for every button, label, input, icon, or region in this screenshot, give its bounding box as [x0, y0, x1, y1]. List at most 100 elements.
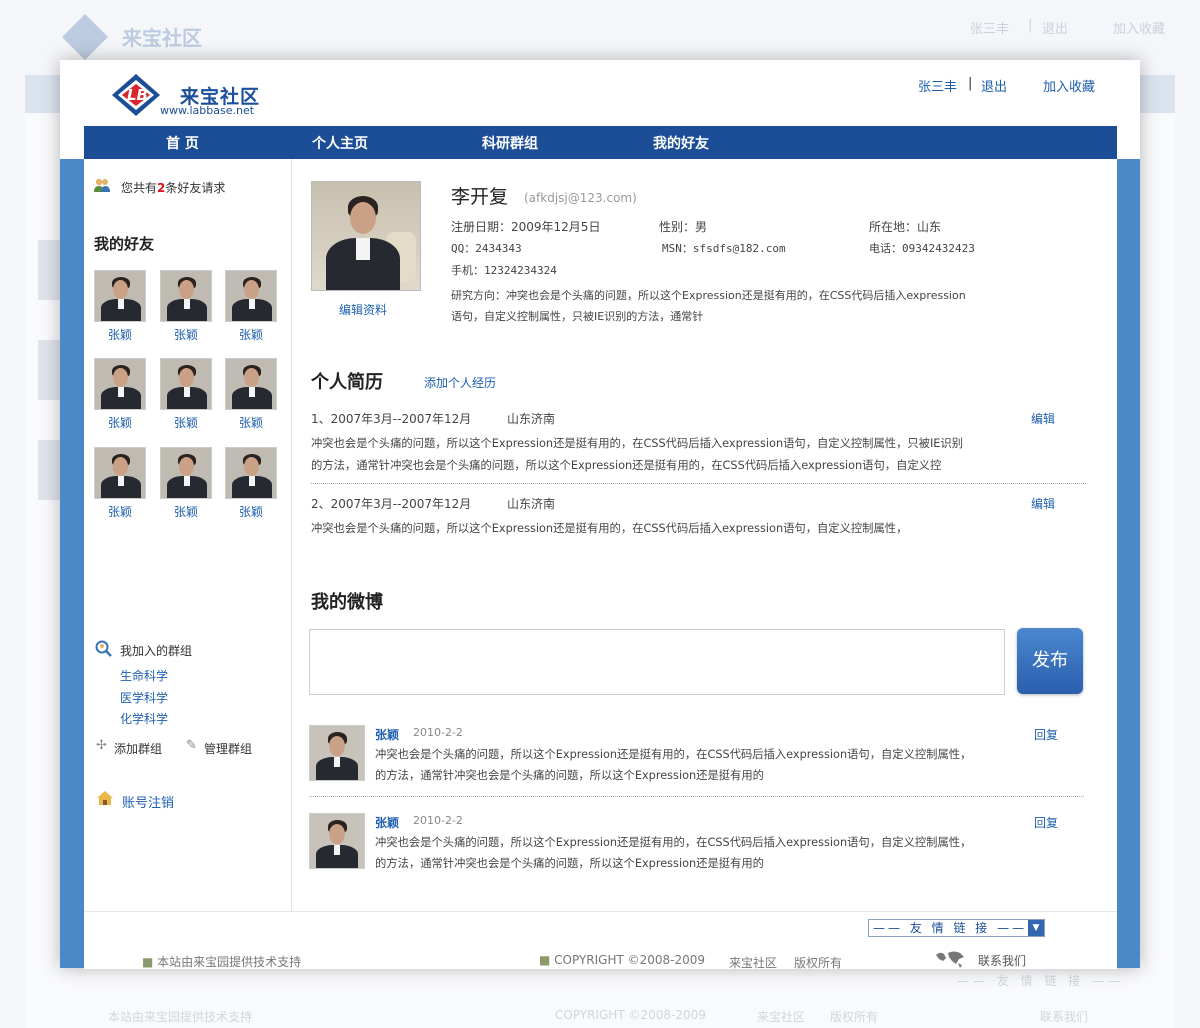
post-reply-button[interactable]: 回复 — [1034, 726, 1058, 743]
friend-name-link[interactable]: 张颖 — [160, 326, 212, 343]
logout-link[interactable]: 退出 — [981, 76, 1007, 95]
footer-rights-site: 来宝社区 — [729, 956, 778, 970]
friend-request-suffix: 条好友请求 — [165, 181, 226, 195]
friend-name-link[interactable]: 张颖 — [94, 414, 146, 431]
add-resume-link[interactable]: 添加个人经历 — [424, 374, 496, 391]
post-author-avatar[interactable] — [309, 813, 365, 869]
contact-us-link[interactable]: 联系我们 — [978, 952, 1026, 969]
friend-name-link[interactable]: 张颖 — [225, 326, 277, 343]
footer-copyright-text: COPYRIGHT ©2008-2009 — [554, 953, 706, 967]
friend-name-link[interactable]: 张颖 — [94, 503, 146, 520]
friend-name-link[interactable]: 张颖 — [225, 503, 277, 520]
post-text-line1: 冲突也会是个头痛的问题，所以这个Expression还是挺有用的，在CSS代码后… — [375, 836, 972, 849]
resume-period: 2、2007年3月--2007年12月 — [311, 497, 472, 511]
post-text-line1: 冲突也会是个头痛的问题，所以这个Expression还是挺有用的，在CSS代码后… — [375, 748, 972, 761]
resume-text-line2: 的方法，通常针冲突也会是个头痛的问题，所以这个Expression还是挺有用的，… — [311, 459, 942, 472]
resume-title: 个人简历 — [311, 372, 383, 393]
profile-gender: 性别：男 — [659, 220, 708, 234]
wrench-icon: ✎ — [186, 738, 197, 753]
resume-edit-button[interactable]: 编辑 — [1031, 495, 1055, 512]
globe-icon — [936, 951, 964, 968]
background-user-link: 张三丰 — [970, 22, 1010, 37]
resume-divider — [311, 483, 1086, 484]
right-frame-bar — [1117, 159, 1140, 968]
chevron-down-icon[interactable]: ▼ — [1028, 920, 1044, 936]
post-date: 2010-2-2 — [413, 814, 463, 827]
group-link-life-science[interactable]: 生命科学 — [120, 667, 168, 684]
background-sep: | — [1028, 18, 1033, 33]
house-icon — [97, 791, 113, 805]
profile-qq: QQ：2434343 — [451, 242, 522, 255]
profile-email: (afkdjsj@123.com) — [524, 191, 637, 205]
friend-name-link[interactable]: 张颖 — [160, 414, 212, 431]
add-favorite-link[interactable]: 加入收藏 — [1043, 76, 1095, 95]
group-link-medical-science[interactable]: 医学科学 — [120, 689, 168, 706]
add-group-link[interactable]: 添加群组 — [114, 740, 162, 757]
site-logo[interactable]: LB — [110, 72, 166, 121]
friend-name-link[interactable]: 张颖 — [160, 503, 212, 520]
weibo-input[interactable] — [309, 629, 1005, 695]
resume-text-line1: 冲突也会是个头痛的问题，所以这个Expression还是挺有用的，在CSS代码后… — [311, 522, 908, 535]
friend-links-select[interactable]: —— 友 情 链 接 —— ▼ — [868, 919, 1045, 937]
square-bullet-icon: ■ — [539, 953, 555, 967]
left-frame-bar — [60, 159, 84, 968]
resume-text-line1: 冲突也会是个头痛的问题，所以这个Expression还是挺有用的，在CSS代码后… — [311, 437, 964, 450]
friend-avatar[interactable] — [160, 447, 212, 499]
friend-avatar[interactable] — [94, 358, 146, 410]
main-window: LB 来宝社区 www.labbase.net 张三丰 | 退出 加入收藏 首 … — [60, 60, 1140, 970]
post-author-avatar[interactable] — [309, 725, 365, 781]
header: LB 来宝社区 www.labbase.net 张三丰 | 退出 加入收藏 — [60, 60, 1140, 126]
weibo-title: 我的微博 — [311, 592, 383, 613]
friend-avatar[interactable] — [225, 447, 277, 499]
background-logout-link: 退出 — [1042, 22, 1069, 37]
group-link-chemistry[interactable]: 化学科学 — [120, 710, 168, 727]
top-link-separator: | — [968, 76, 973, 91]
user-link[interactable]: 张三丰 — [918, 76, 957, 95]
background-logo: 来宝社区 — [60, 12, 260, 65]
friend-avatar[interactable] — [94, 447, 146, 499]
manage-group-link[interactable]: 管理群组 — [204, 740, 252, 757]
profile-msn: MSN：sfsdfs@182.com — [662, 242, 786, 255]
footer-copyright: ■ COPYRIGHT ©2008-2009 — [539, 953, 705, 967]
account-cancel-link[interactable]: 账号注销 — [122, 792, 174, 811]
background-favorite-link: 加入收藏 — [1113, 22, 1166, 37]
friend-name-link[interactable]: 张颖 — [94, 326, 146, 343]
nav-research-groups[interactable]: 科研群组 — [482, 133, 538, 153]
friend-avatar[interactable] — [160, 270, 212, 322]
resume-period: 1、2007年3月--2007年12月 — [311, 412, 472, 426]
main-nav: 首 页 个人主页 科研群组 我的好友 — [84, 126, 1117, 159]
friend-avatar[interactable] — [225, 358, 277, 410]
post-reply-button[interactable]: 回复 — [1034, 814, 1058, 831]
background-footer-contact: 联系我们 — [1040, 1010, 1089, 1024]
plus-icon: ✢ — [96, 738, 107, 753]
main-content: 编辑资料 李开复 (afkdjsj@123.com) 注册日期：2009年12月… — [292, 159, 1117, 911]
friend-avatar[interactable] — [225, 270, 277, 322]
friend-avatar[interactable] — [94, 270, 146, 322]
sidebar: 您共有2条好友请求 我的好友 张颖 张颖 张颖 张颖 张颖 张颖 张颖 张颖 张颖 我加入的群组… — [84, 159, 292, 911]
post-author-link[interactable]: 张颖 — [375, 726, 399, 743]
friend-avatar[interactable] — [160, 358, 212, 410]
post-divider — [309, 796, 1084, 797]
friend-links-select-value: —— 友 情 链 接 —— — [873, 921, 1028, 935]
profile-phone: 电话：09342432423 — [869, 242, 975, 255]
background-footer-copyright: COPYRIGHT ©2008-2009 — [555, 1008, 706, 1022]
profile-name: 李开复 — [451, 186, 509, 208]
profile-photo — [311, 181, 421, 291]
resume-edit-button[interactable]: 编辑 — [1031, 410, 1055, 427]
profile-mobile: 手机：12324234324 — [451, 264, 557, 277]
resume-place: 山东济南 — [507, 497, 556, 511]
publish-button[interactable]: 发布 — [1017, 628, 1083, 694]
group-search-icon — [95, 640, 112, 657]
svg-text:来宝社区: 来宝社区 — [121, 26, 202, 50]
friend-name-link[interactable]: 张颖 — [225, 414, 277, 431]
nav-my-friends[interactable]: 我的好友 — [653, 133, 709, 153]
post-date: 2010-2-2 — [413, 726, 463, 739]
friend-request-notice[interactable]: 您共有2条好友请求 — [121, 179, 225, 196]
friends-title: 我的好友 — [94, 235, 155, 253]
nav-personal-home[interactable]: 个人主页 — [312, 133, 368, 153]
resume-place: 山东济南 — [507, 412, 556, 426]
edit-profile-link[interactable]: 编辑资料 — [339, 301, 387, 318]
nav-home[interactable]: 首 页 — [166, 133, 199, 153]
people-icon — [94, 178, 110, 192]
post-author-link[interactable]: 张颖 — [375, 814, 399, 831]
